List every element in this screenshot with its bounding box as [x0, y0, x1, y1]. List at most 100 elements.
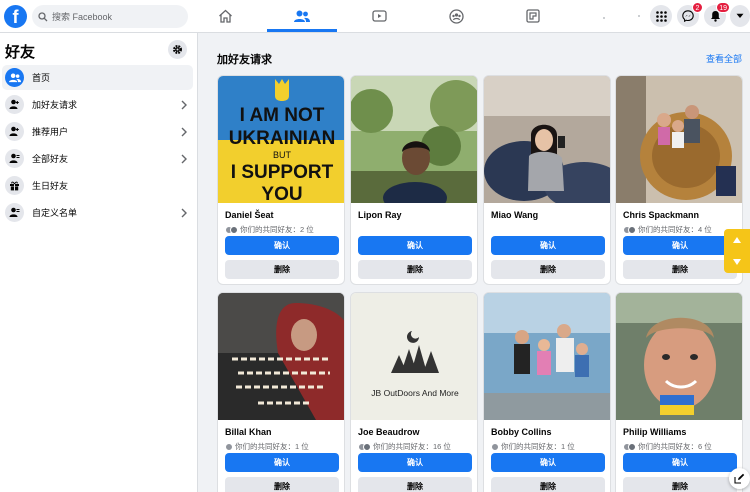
profile-photo[interactable] [484, 293, 610, 420]
messenger-badge: 2 [692, 2, 703, 13]
profile-photo[interactable]: JB OutDoors And More [351, 293, 477, 420]
avatar [225, 442, 233, 451]
requester-name[interactable]: Lipon Ray [358, 210, 402, 220]
requester-name[interactable]: Philip Williams [623, 427, 686, 437]
mutual-friends: 你们的共同好友：2 位 [225, 224, 314, 235]
delete-button[interactable]: 删除 [623, 477, 737, 492]
sidebar: 好友 首页 加好友请求 推荐用户 全部好友 生日好友 自定义名单 [0, 33, 198, 492]
friends-icon [5, 68, 24, 87]
friend-request-card[interactable]: Miao Wang 确认 删除 [483, 75, 611, 285]
friend-request-card[interactable]: Bobby Collins 你们的共同好友：1 位 确认 删除 [483, 292, 611, 492]
person-plus-icon [5, 122, 24, 141]
mutual-friends-text: 你们的共同好友：1 位 [235, 442, 309, 451]
dot-separator [603, 17, 605, 19]
profile-photo[interactable] [484, 76, 610, 203]
see-all-link[interactable]: 查看全部 [706, 52, 742, 65]
tab-watch[interactable] [344, 0, 414, 32]
sidebar-item-label: 推荐用户 [32, 127, 69, 137]
avatar [628, 442, 636, 451]
facebook-logo[interactable]: f [4, 5, 27, 28]
requester-name[interactable]: Chris Spackmann [623, 210, 699, 220]
profile-photo[interactable] [616, 293, 742, 420]
delete-button[interactable]: 删除 [358, 477, 472, 492]
settings-button[interactable] [168, 40, 187, 59]
sidebar-item-suggestions[interactable]: 推荐用户 [2, 119, 193, 144]
friend-request-card[interactable]: Philip Williams 你们的共同好友：6 位 确认 删除 [615, 292, 743, 492]
photo-text: I SUPPORT [231, 162, 334, 183]
delete-button[interactable]: 删除 [358, 260, 472, 279]
tab-home[interactable] [190, 0, 260, 32]
delete-button[interactable]: 删除 [225, 477, 339, 492]
confirm-button[interactable]: 确认 [358, 453, 472, 472]
notifications-button[interactable]: 19 [704, 2, 730, 27]
requester-name[interactable]: Billal Khan [225, 427, 272, 437]
tab-gaming[interactable] [498, 0, 568, 32]
requester-name[interactable]: Bobby Collins [491, 427, 552, 437]
gaming-icon [526, 9, 540, 23]
delete-button[interactable]: 删除 [623, 260, 737, 279]
tab-groups[interactable] [421, 0, 491, 32]
person-list-icon [5, 149, 24, 168]
confirm-button[interactable]: 确认 [623, 236, 737, 255]
avatar [491, 442, 499, 451]
confirm-button[interactable]: 确认 [491, 236, 605, 255]
search-box[interactable] [32, 5, 188, 28]
search-input[interactable] [52, 11, 182, 22]
mutual-friends: 你们的共同好友：16 位 [358, 441, 451, 452]
photo-text: UKRAINIAN [229, 128, 336, 149]
arrow-down-icon[interactable] [732, 258, 742, 266]
sidebar-title: 好友 [5, 44, 36, 61]
confirm-button[interactable]: 确认 [225, 453, 339, 472]
confirm-button[interactable]: 确认 [491, 453, 605, 472]
sidebar-item-label: 全部好友 [32, 154, 69, 164]
dot-separator [638, 15, 640, 17]
menu-button[interactable] [650, 5, 672, 27]
confirm-button[interactable]: 确认 [225, 236, 339, 255]
scroll-widget[interactable] [724, 229, 750, 273]
messenger-icon [682, 10, 694, 22]
sidebar-item-home[interactable]: 首页 [2, 65, 193, 90]
sidebar-item-all-friends[interactable]: 全部好友 [2, 146, 193, 171]
person-add-icon [5, 95, 24, 114]
search-icon [38, 11, 48, 21]
sidebar-item-birthdays[interactable]: 生日好友 [2, 173, 193, 198]
gear-icon [172, 44, 183, 55]
chevron-right-icon [181, 208, 187, 217]
friend-request-card[interactable]: Lipon Ray 确认 删除 [350, 75, 478, 285]
delete-button[interactable]: 删除 [225, 260, 339, 279]
confirm-button[interactable]: 确认 [623, 453, 737, 472]
photo-text: I AM NOT [240, 105, 325, 126]
mutual-friends: 你们的共同好友：1 位 [491, 441, 575, 452]
watch-icon [371, 10, 387, 22]
arrow-up-icon[interactable] [732, 236, 742, 244]
avatar [628, 225, 636, 234]
profile-photo[interactable]: I AM NOT UKRAINIAN BUT I SUPPORT YOU [218, 76, 344, 203]
profile-photo[interactable] [616, 76, 742, 203]
delete-button[interactable]: 删除 [491, 477, 605, 492]
requester-name[interactable]: Joe Beaudrow [358, 427, 420, 437]
notifications-badge: 19 [716, 2, 730, 13]
groups-icon [448, 8, 464, 24]
friend-request-card[interactable]: Billal Khan 你们的共同好友：1 位 确认 删除 [217, 292, 345, 492]
person-list-icon [5, 203, 24, 222]
new-message-button[interactable] [729, 468, 750, 489]
requester-name[interactable]: Miao Wang [491, 210, 538, 220]
grid-menu-icon [655, 10, 667, 22]
sidebar-item-friend-requests[interactable]: 加好友请求 [2, 92, 193, 117]
requester-name[interactable]: Daniel Šeat [225, 210, 274, 220]
chevron-right-icon [181, 154, 187, 163]
account-button[interactable] [730, 5, 750, 27]
delete-button[interactable]: 删除 [491, 260, 605, 279]
compose-icon [734, 473, 745, 484]
friend-request-card[interactable]: JB OutDoors And More Joe Beaudrow 你们的共同好… [350, 292, 478, 492]
messenger-button[interactable]: 2 [677, 2, 703, 27]
friend-request-card[interactable]: I AM NOT UKRAINIAN BUT I SUPPORT YOU Dan… [217, 75, 345, 285]
home-icon [218, 9, 232, 23]
tab-friends[interactable] [267, 0, 337, 32]
confirm-button[interactable]: 确认 [358, 236, 472, 255]
mutual-friends-text: 你们的共同好友：6 位 [638, 442, 712, 451]
sidebar-item-label: 自定义名单 [32, 208, 78, 218]
sidebar-item-custom-lists[interactable]: 自定义名单 [2, 200, 193, 225]
profile-photo[interactable] [351, 76, 477, 203]
profile-photo[interactable] [218, 293, 344, 420]
